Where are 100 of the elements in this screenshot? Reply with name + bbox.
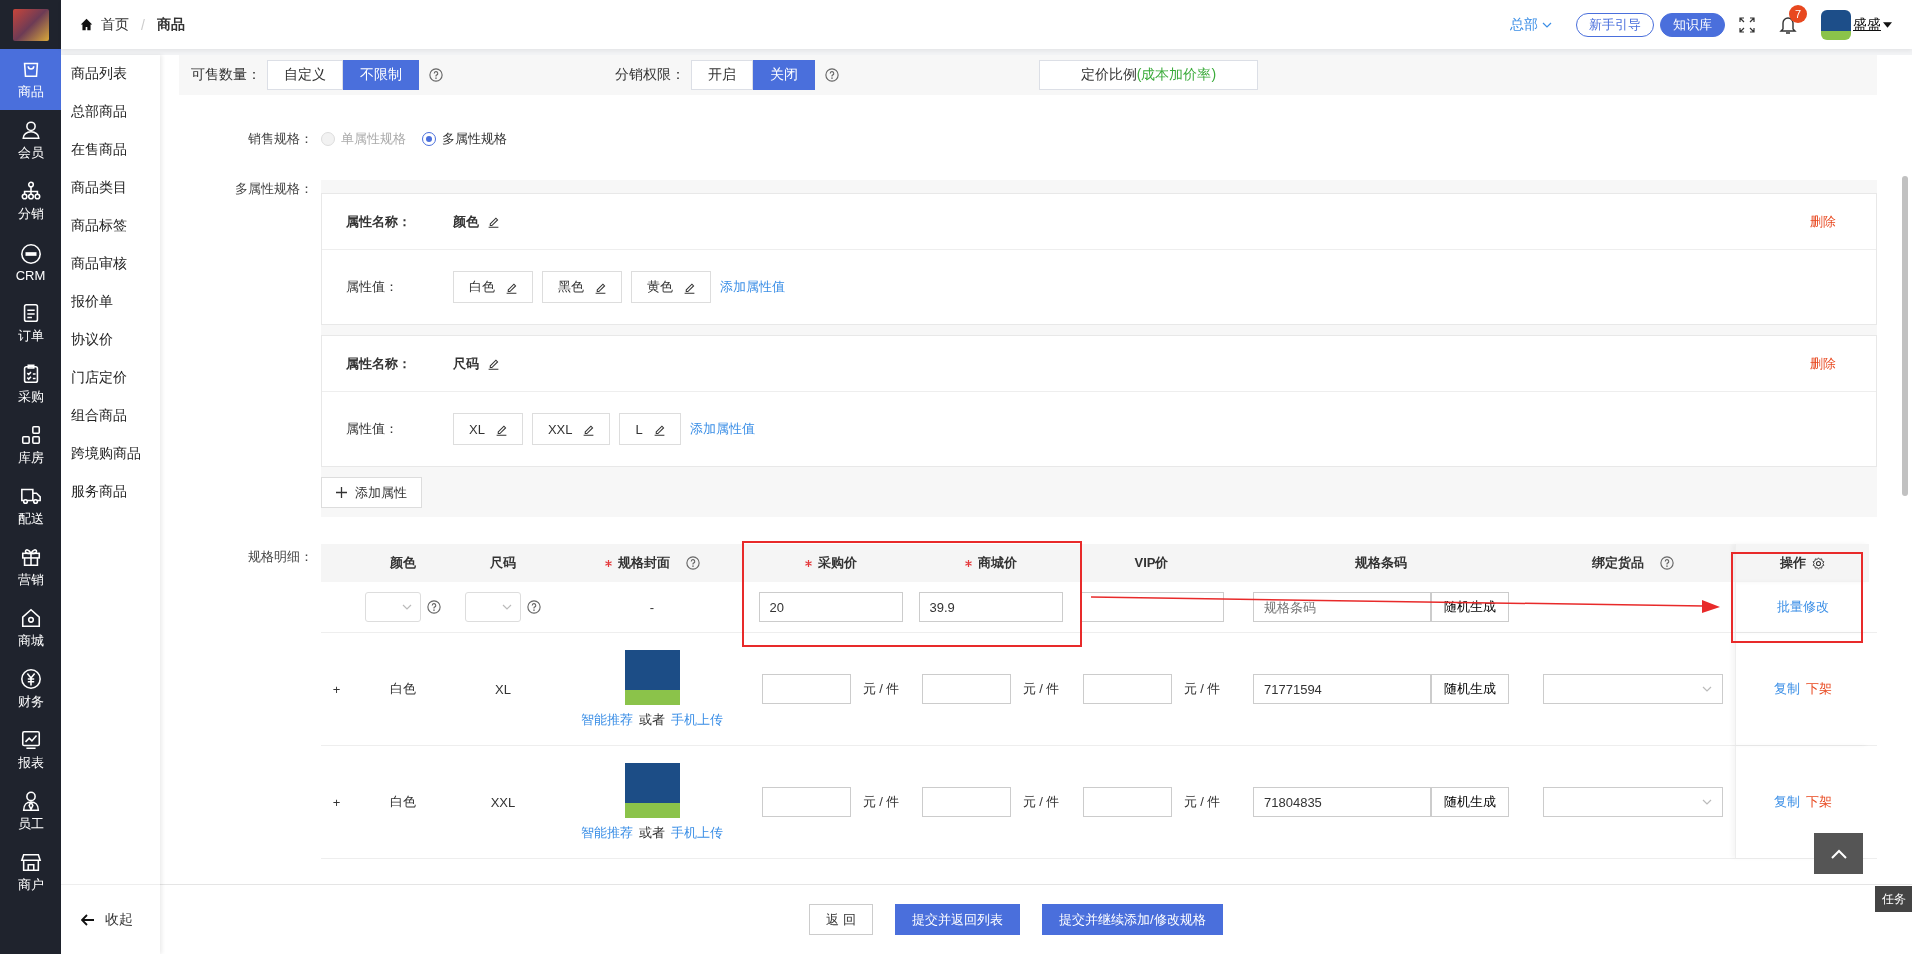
input-field[interactable] [921, 674, 1011, 704]
attribute-value-chip[interactable]: XL [453, 413, 523, 445]
knowledge-base-button[interactable]: 知识库 [1660, 12, 1725, 37]
batch-edit-link[interactable]: 批量修改 [1776, 598, 1829, 616]
segment-option[interactable]: 开启 [691, 60, 753, 90]
attribute-value-chip[interactable]: 黑色 [542, 271, 622, 303]
select-field[interactable] [465, 592, 521, 622]
column-header: 颜色 [389, 554, 416, 572]
generate-button[interactable]: 随机生成 [1431, 674, 1509, 704]
field-label: 属性名称： [346, 354, 412, 373]
pricing-ratio-button[interactable]: 定价比例(成本加价率) [1039, 60, 1258, 90]
input-field[interactable]: 39.9 [918, 592, 1063, 622]
submenu-item[interactable]: 商品类目 [61, 169, 160, 207]
logo-photo-placeholder[interactable] [12, 8, 49, 41]
nav-item[interactable]: 商品 [0, 49, 61, 110]
submenu-item[interactable]: 报价单 [61, 283, 160, 321]
submenu-item[interactable]: 跨境购商品 [61, 435, 160, 473]
input-field[interactable] [761, 787, 851, 817]
chevron-down-icon [502, 604, 512, 610]
nav-item[interactable]: 商城 [0, 598, 61, 659]
phone-upload-link[interactable]: 手机上传 [671, 823, 723, 842]
radio-label: 单属性规格 [341, 130, 406, 148]
attribute-value-chip[interactable]: 白色 [453, 271, 533, 303]
task-tab[interactable]: 任务 [1875, 886, 1912, 912]
add-value-link[interactable]: 添加属性值 [720, 278, 785, 296]
store-icon [19, 851, 42, 873]
user-menu[interactable]: 盛盛 [1853, 15, 1881, 34]
input-field[interactable] [1082, 787, 1172, 817]
breadcrumb-link[interactable]: 首页 [101, 15, 129, 34]
phone-upload-link[interactable]: 手机上传 [671, 710, 723, 729]
help-icon [426, 600, 441, 614]
select-field[interactable] [1542, 787, 1723, 817]
column-header: VIP价 [1134, 554, 1169, 572]
select-field[interactable] [1542, 674, 1723, 704]
input-field[interactable] [761, 674, 851, 704]
input-field[interactable] [921, 787, 1011, 817]
avatar-placeholder[interactable] [1821, 9, 1851, 40]
back-button[interactable]: 返 回 [809, 904, 873, 935]
submenu-item[interactable]: 服务商品 [61, 473, 160, 511]
table-cell: - [649, 599, 655, 615]
breadcrumb-link[interactable]: 商品 [156, 15, 185, 34]
nav-item[interactable]: 营销 [0, 537, 61, 598]
input-field[interactable] [1079, 592, 1224, 622]
expand-toggle[interactable]: + [332, 794, 341, 810]
nav-item[interactable]: 会员 [0, 110, 61, 171]
input-field[interactable] [1082, 674, 1172, 704]
submenu-item[interactable]: 门店定价 [61, 359, 160, 397]
nav-item[interactable]: 配送 [0, 476, 61, 537]
arrow-left-icon [81, 913, 95, 926]
required-mark-icon [964, 559, 972, 567]
copy-link[interactable]: 复制 [1773, 793, 1800, 811]
input-field[interactable]: 71804835 [1253, 787, 1431, 817]
submenu-item[interactable]: 商品标签 [61, 207, 160, 245]
input-field[interactable]: 71771594 [1253, 674, 1431, 704]
segment-option[interactable]: 自定义 [267, 60, 343, 90]
collapse-link[interactable]: 收起 [105, 910, 133, 929]
nav-item[interactable]: CRM [0, 232, 61, 293]
smart-recommend-link[interactable]: 智能推荐 [581, 710, 633, 729]
submenu-item[interactable]: 协议价 [61, 321, 160, 359]
input-field[interactable]: 规格条码 [1253, 592, 1431, 622]
submit-button[interactable]: 提交并继续添加/修改规格 [1042, 904, 1223, 935]
nav-item[interactable]: 采购 [0, 354, 61, 415]
field-label: 属性值： [346, 420, 399, 438]
nav-item[interactable]: 库房 [0, 415, 61, 476]
attribute-value-chip[interactable]: 黄色 [631, 271, 711, 303]
nav-item[interactable]: 财务 [0, 659, 61, 720]
submenu-item[interactable]: 商品审核 [61, 245, 160, 283]
nav-item[interactable]: 员工 [0, 781, 61, 842]
select-field[interactable] [364, 592, 421, 622]
submenu-item[interactable]: 组合商品 [61, 397, 160, 435]
generate-button[interactable]: 随机生成 [1431, 787, 1509, 817]
nav-item[interactable]: 商户 [0, 842, 61, 903]
delist-link[interactable]: 下架 [1805, 793, 1832, 811]
submenu-item[interactable]: 总部商品 [61, 93, 160, 131]
delete-link[interactable]: 删除 [1810, 212, 1836, 231]
org-dropdown[interactable]: 总部 [1510, 15, 1538, 34]
attribute-value-chip[interactable]: XXL [531, 413, 611, 445]
delist-link[interactable]: 下架 [1805, 680, 1832, 698]
attribute-name: 颜色 [453, 212, 479, 231]
copy-link[interactable]: 复制 [1773, 680, 1800, 698]
smart-recommend-link[interactable]: 智能推荐 [581, 823, 633, 842]
segment-option[interactable]: 关闭 [753, 60, 815, 90]
guide-button[interactable]: 新手引导 [1576, 12, 1654, 37]
add-value-link[interactable]: 添加属性值 [689, 420, 755, 438]
expand-toggle[interactable]: + [332, 681, 341, 697]
submit-button[interactable]: 提交并返回列表 [895, 904, 1020, 935]
submenu-item[interactable]: 商品列表 [61, 55, 160, 93]
back-to-top-button[interactable] [1814, 833, 1863, 874]
scrollbar-thumb[interactable] [1902, 176, 1908, 496]
submenu-item[interactable]: 在售商品 [61, 131, 160, 169]
radio-button[interactable] [422, 132, 436, 146]
delete-link[interactable]: 删除 [1810, 354, 1836, 373]
add-attribute-button[interactable]: 添加属性 [321, 477, 422, 508]
attribute-value-chip[interactable]: L [619, 413, 681, 445]
nav-item[interactable]: 订单 [0, 293, 61, 354]
segment-option[interactable]: 不限制 [343, 60, 419, 90]
nav-item[interactable]: 分销 [0, 171, 61, 232]
input-field[interactable]: 20 [758, 592, 903, 622]
nav-item[interactable]: 报表 [0, 720, 61, 781]
product-thumbnail [624, 649, 680, 705]
